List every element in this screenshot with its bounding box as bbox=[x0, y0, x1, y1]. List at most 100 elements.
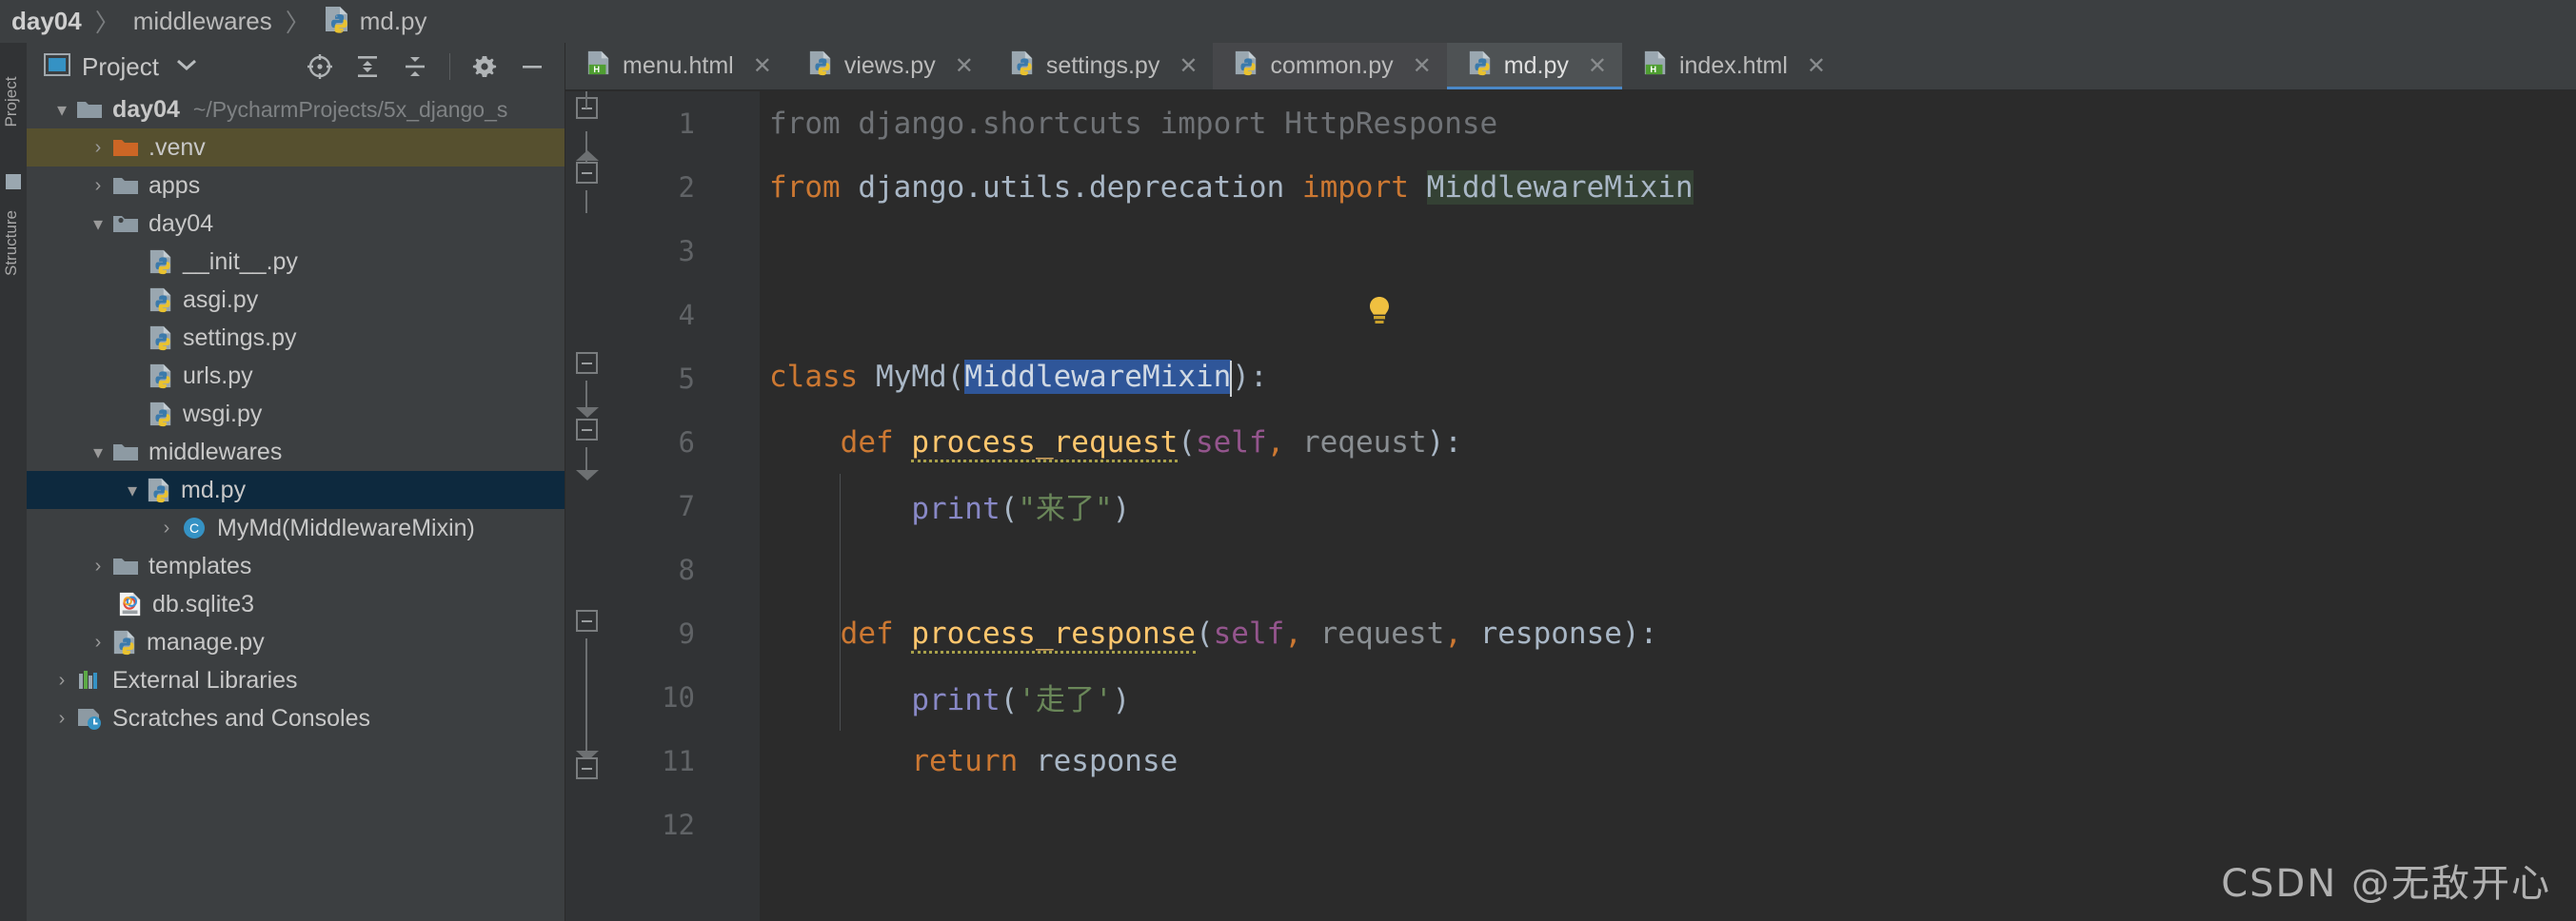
code-lines: 1 from django.shortcuts import HttpRespo… bbox=[565, 91, 2576, 921]
tree-row-class-mymd[interactable]: › C MyMd(MiddlewareMixin) bbox=[27, 509, 565, 547]
chevron-right-icon[interactable]: › bbox=[84, 632, 112, 654]
fold-col bbox=[716, 346, 760, 410]
bookmarks-icon[interactable] bbox=[6, 174, 21, 189]
tree-row-apps[interactable]: › apps bbox=[27, 167, 565, 205]
chevron-right-icon[interactable]: › bbox=[152, 518, 181, 539]
code-line-1: 1 from django.shortcuts import HttpRespo… bbox=[565, 91, 2576, 155]
folder-orange-icon bbox=[112, 136, 139, 159]
svg-text:C: C bbox=[189, 520, 199, 536]
line-number: 10 bbox=[662, 680, 695, 714]
tool-window-button-structure[interactable]: Structure bbox=[2, 210, 21, 276]
close-icon[interactable]: ✕ bbox=[1413, 52, 1432, 80]
code-text: from django.utils.deprecation import Mid… bbox=[760, 169, 1694, 205]
code-token-function: process_request bbox=[911, 424, 1179, 462]
tab-common-py[interactable]: common.py ✕ bbox=[1213, 43, 1447, 89]
code-token-param: response bbox=[1461, 616, 1622, 651]
code-token-keyword: def bbox=[840, 424, 894, 460]
python-file-icon bbox=[149, 248, 173, 275]
code-line-11: 11 return response bbox=[565, 729, 2576, 793]
sqlite-file-icon bbox=[118, 591, 143, 617]
tree-label: md.py bbox=[181, 476, 247, 503]
settings-gear-icon[interactable] bbox=[471, 53, 498, 80]
code-line-6: 6 def process_request(self, reqeust): bbox=[565, 410, 2576, 474]
tree-row-settings-py[interactable]: settings.py bbox=[27, 319, 565, 357]
tree-row-middlewares[interactable]: ▾ middlewares bbox=[27, 433, 565, 471]
tree-row-day04-package[interactable]: ▾ day04 bbox=[27, 205, 565, 243]
code-token: ( bbox=[1195, 616, 1214, 651]
tree-label: settings.py bbox=[183, 323, 297, 351]
expand-all-icon[interactable] bbox=[354, 53, 381, 80]
chevron-down-icon[interactable] bbox=[176, 58, 197, 76]
tab-views-py[interactable]: views.py ✕ bbox=[787, 43, 989, 89]
line-number: 3 bbox=[678, 234, 695, 267]
breadcrumb-item-folder[interactable]: middlewares bbox=[133, 7, 272, 36]
tree-row-urls-py[interactable]: urls.py bbox=[27, 357, 565, 395]
code-token: ): bbox=[1232, 360, 1268, 395]
chevron-right-icon[interactable]: › bbox=[48, 708, 76, 730]
tree-row-init-py[interactable]: __init__.py bbox=[27, 243, 565, 281]
tree-row-manage-py[interactable]: › manage.py bbox=[27, 623, 565, 661]
select-opened-file-icon[interactable] bbox=[307, 53, 333, 80]
fold-col bbox=[716, 538, 760, 601]
tab-index-html[interactable]: H index.html ✕ bbox=[1622, 43, 1841, 89]
chevron-down-icon[interactable]: ▾ bbox=[48, 98, 76, 122]
code-line-4: 4 bbox=[565, 283, 2576, 346]
project-tree[interactable]: ▾ day04 ~/PycharmProjects/5x_django_s › … bbox=[27, 90, 565, 921]
tree-row-md-py[interactable]: ▾ md.py bbox=[27, 471, 565, 509]
tree-row-db-sqlite3[interactable]: db.sqlite3 bbox=[27, 585, 565, 623]
close-icon[interactable]: ✕ bbox=[1807, 52, 1826, 80]
tree-row-wsgi-py[interactable]: wsgi.py bbox=[27, 395, 565, 433]
toolbar-divider bbox=[449, 53, 450, 80]
tab-md-py[interactable]: md.py ✕ bbox=[1446, 43, 1623, 89]
collapse-all-icon[interactable] bbox=[402, 53, 428, 80]
tree-row-templates[interactable]: › templates bbox=[27, 547, 565, 585]
python-file-icon bbox=[149, 286, 173, 313]
project-panel-title: Project bbox=[82, 51, 159, 81]
code-token-selection: MiddlewareMixin bbox=[964, 360, 1232, 395]
code-token: ( bbox=[1000, 683, 1019, 717]
close-icon[interactable]: ✕ bbox=[753, 52, 772, 80]
tree-row-asgi-py[interactable]: asgi.py bbox=[27, 281, 565, 319]
editor-area: H menu.html ✕ views.py ✕ settings.py ✕ c… bbox=[565, 43, 2576, 921]
tree-label: wsgi.py bbox=[183, 400, 263, 427]
breadcrumb-item-file[interactable]: md.py bbox=[360, 7, 427, 36]
chevron-down-icon[interactable]: ▾ bbox=[118, 479, 147, 502]
folder-package-icon bbox=[112, 212, 139, 235]
line-number: 1 bbox=[678, 107, 695, 140]
tab-menu-html[interactable]: H menu.html ✕ bbox=[565, 43, 787, 89]
hide-panel-icon[interactable] bbox=[519, 53, 545, 80]
tree-row-scratches-and-consoles[interactable]: › Scratches and Consoles bbox=[27, 699, 565, 737]
close-icon[interactable]: ✕ bbox=[1179, 52, 1198, 80]
tree-row-venv[interactable]: › .venv bbox=[27, 128, 565, 167]
tree-row-day04-root[interactable]: ▾ day04 ~/PycharmProjects/5x_django_s bbox=[27, 90, 565, 128]
line-number: 2 bbox=[678, 170, 695, 204]
chevron-right-icon[interactable]: › bbox=[84, 556, 112, 578]
close-icon[interactable]: ✕ bbox=[1588, 52, 1607, 80]
code-text: return response bbox=[760, 744, 1178, 778]
code-token-self: self bbox=[1213, 616, 1285, 651]
tab-settings-py[interactable]: settings.py ✕ bbox=[989, 43, 1214, 89]
fold-col bbox=[716, 155, 760, 219]
code-token: ) bbox=[1112, 492, 1131, 526]
code-token-keyword: from bbox=[769, 169, 841, 205]
chevron-right-icon[interactable]: › bbox=[48, 670, 76, 692]
chevron-down-icon[interactable]: ▾ bbox=[84, 441, 112, 464]
class-icon: C bbox=[181, 515, 208, 541]
code-editor[interactable]: 1 from django.shortcuts import HttpRespo… bbox=[565, 91, 2576, 921]
code-token: ): bbox=[1426, 424, 1462, 460]
tree-label: db.sqlite3 bbox=[152, 590, 255, 617]
code-token: ): bbox=[1621, 616, 1658, 651]
chevron-right-icon[interactable]: › bbox=[84, 175, 112, 197]
tool-window-button-project[interactable]: Project bbox=[2, 73, 21, 130]
chevron-right-icon[interactable]: › bbox=[84, 137, 112, 159]
breadcrumb-item-project[interactable]: day04 bbox=[11, 7, 82, 36]
folder-icon bbox=[76, 98, 103, 121]
tree-label: middlewares bbox=[149, 438, 283, 465]
code-token: , bbox=[1266, 424, 1285, 460]
folder-icon bbox=[112, 555, 139, 578]
chevron-down-icon[interactable]: ▾ bbox=[84, 212, 112, 236]
tree-row-external-libraries[interactable]: › External Libraries bbox=[27, 661, 565, 699]
close-icon[interactable]: ✕ bbox=[955, 52, 974, 80]
